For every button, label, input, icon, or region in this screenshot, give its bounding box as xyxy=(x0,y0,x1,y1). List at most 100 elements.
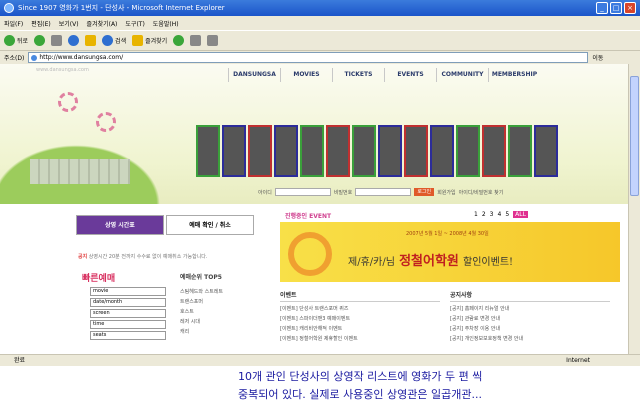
all-button[interactable]: ALL xyxy=(513,211,528,218)
notice-line: 공지 상영시간 20분 전까지 수수료 없이 예매취소 가능합니다. xyxy=(78,253,208,260)
banner-headline: 제/휴/카/님 정철어학원 할인이벤트! xyxy=(348,250,513,269)
search-button[interactable]: 검색 xyxy=(102,35,126,46)
address-input[interactable]: http://www.dansungsa.com/ xyxy=(28,52,589,63)
page-viewport: www.dansungsa.com DANSUNGSA MOVIES TICKE… xyxy=(0,64,628,354)
nav-dansungsa[interactable]: DANSUNGSA xyxy=(228,68,280,82)
minimize-button[interactable]: _ xyxy=(596,2,608,14)
menu-favorites[interactable]: 즐겨찾기(A) xyxy=(87,19,118,28)
movie-poster[interactable] xyxy=(196,125,220,177)
page-1[interactable]: 1 xyxy=(474,211,478,218)
refresh-icon xyxy=(68,35,80,46)
movie-poster[interactable] xyxy=(508,125,532,177)
movie-poster[interactable] xyxy=(300,125,324,177)
maximize-button[interactable]: □ xyxy=(610,2,622,14)
menu-edit[interactable]: 편집(E) xyxy=(31,19,51,28)
event-label: 진행중인 EVENT xyxy=(285,213,332,220)
board-columns: 이벤트 [이벤트] 단성사 트랜스포머 퀴즈 [이벤트] 스파이더맨3 예매이벤… xyxy=(280,291,610,344)
date-select[interactable]: date/month xyxy=(90,298,166,307)
list-item[interactable]: [공지] 홈페이지 리뉴얼 안내 xyxy=(450,304,610,314)
nav-membership[interactable]: MEMBERSHIP xyxy=(488,68,540,82)
list-item[interactable]: 스팀헤드와 스트레트 xyxy=(180,287,223,297)
login-button[interactable]: 로그인 xyxy=(414,188,435,196)
movie-poster[interactable] xyxy=(326,125,350,177)
page-2[interactable]: 2 xyxy=(482,211,486,218)
nav-movies[interactable]: MOVIES xyxy=(280,68,332,82)
id-input[interactable] xyxy=(274,188,331,196)
banner-sub: 할인이벤트! xyxy=(463,257,514,268)
time-select[interactable]: time xyxy=(90,320,166,329)
list-item[interactable]: [이벤트] 캐리비안해적 이벤트 xyxy=(280,324,440,334)
find-account-link[interactable]: 아이디/비밀번호 찾기 xyxy=(459,189,504,196)
nav-tickets[interactable]: TICKETS xyxy=(332,68,384,82)
page-5[interactable]: 5 xyxy=(505,211,509,218)
movie-poster[interactable] xyxy=(274,125,298,177)
favorites-button[interactable]: 즐겨찾기 xyxy=(132,35,167,46)
nav-community[interactable]: COMMUNITY xyxy=(436,68,488,82)
movie-poster[interactable] xyxy=(404,125,428,177)
tab-showtimes[interactable]: 상영 시간표 xyxy=(76,215,164,235)
stop-icon xyxy=(51,35,63,46)
site-logo[interactable]: www.dansungsa.com xyxy=(36,67,89,73)
forward-icon xyxy=(34,35,46,46)
mail-icon xyxy=(190,35,202,46)
vertical-scrollbar[interactable] xyxy=(628,64,640,354)
stop-button[interactable] xyxy=(51,35,63,46)
list-item[interactable]: 캐리 xyxy=(180,327,223,337)
list-item[interactable]: [공지] 주차장 이용 안내 xyxy=(450,324,610,334)
windmill-icon xyxy=(58,92,78,112)
banner-circle-graphic xyxy=(288,232,332,276)
address-bar: 주소(D) http://www.dansungsa.com/ 이동 xyxy=(0,50,640,64)
movie-select[interactable]: movie xyxy=(90,287,166,296)
caption-line-1: 10개 관인 단성사의 상영작 리스트에 영화가 두 편 씩 xyxy=(238,370,483,383)
screen-select[interactable]: screen xyxy=(90,309,166,318)
movie-poster[interactable] xyxy=(534,125,558,177)
status-bar: 완료 Internet xyxy=(0,354,640,366)
banner-main: 제/휴/카/님 xyxy=(348,257,395,268)
movie-poster[interactable] xyxy=(456,125,480,177)
movie-poster[interactable] xyxy=(378,125,402,177)
movie-poster[interactable] xyxy=(248,125,272,177)
event-banner[interactable]: 2007년 5월 1일 ~ 2008년 4월 30일 제/휴/카/님 정철어학원… xyxy=(280,222,620,282)
nav-events[interactable]: EVENTS xyxy=(384,68,436,82)
movie-poster[interactable] xyxy=(482,125,506,177)
menu-tools[interactable]: 도구(T) xyxy=(125,19,144,28)
list-item[interactable]: 트랜스포머 xyxy=(180,297,223,307)
list-item[interactable]: [공지] 관람료 변경 안내 xyxy=(450,314,610,324)
movie-poster[interactable] xyxy=(222,125,246,177)
scrollbar-thumb[interactable] xyxy=(630,76,639,196)
list-item[interactable]: 호스트 xyxy=(180,307,223,317)
media-icon xyxy=(173,35,185,46)
window-title: Since 1907 영화가 1번지 - 단성사 - Microsoft Int… xyxy=(18,4,225,12)
event-pager: 1 2 3 4 5 ALL xyxy=(474,211,528,218)
back-button[interactable]: 뒤로 xyxy=(4,35,28,46)
password-input[interactable] xyxy=(355,188,412,196)
caption-line-2: 중복되어 있다. 실제로 사용중인 상영관은 일곱개관... xyxy=(238,388,482,401)
list-item[interactable]: 레저 시대 xyxy=(180,317,223,327)
seats-select[interactable]: seats xyxy=(90,331,166,340)
home-button[interactable] xyxy=(85,35,97,46)
mail-button[interactable] xyxy=(190,35,202,46)
tab-ticket-check[interactable]: 예매 확인 / 취소 xyxy=(166,215,254,235)
menu-view[interactable]: 보기(V) xyxy=(59,19,79,28)
print-button[interactable] xyxy=(207,35,219,46)
page-3[interactable]: 3 xyxy=(490,211,494,218)
toolbar: 뒤로 검색 즐겨찾기 xyxy=(0,30,640,50)
refresh-button[interactable] xyxy=(68,35,80,46)
list-item[interactable]: [이벤트] 스파이더맨3 예매이벤트 xyxy=(280,314,440,324)
forward-button[interactable] xyxy=(34,35,46,46)
movie-poster[interactable] xyxy=(352,125,376,177)
menu-file[interactable]: 파일(F) xyxy=(4,19,23,28)
close-button[interactable]: × xyxy=(624,2,636,14)
go-button[interactable]: 이동 xyxy=(592,53,603,62)
address-label: 주소(D) xyxy=(4,55,25,62)
movie-poster[interactable] xyxy=(430,125,454,177)
list-item[interactable]: [공지] 개인정보보호정책 변경 안내 xyxy=(450,334,610,344)
menu-help[interactable]: 도움말(H) xyxy=(153,19,179,28)
media-button[interactable] xyxy=(173,35,185,46)
site-header: www.dansungsa.com DANSUNGSA MOVIES TICKE… xyxy=(0,64,628,204)
page-4[interactable]: 4 xyxy=(497,211,501,218)
join-link[interactable]: 회원가입 xyxy=(437,189,455,196)
list-item[interactable]: [이벤트] 단성사 트랜스포머 퀴즈 xyxy=(280,304,440,314)
list-item[interactable]: [이벤트] 정철어학원 제휴할인 이벤트 xyxy=(280,334,440,344)
star-icon xyxy=(132,35,144,46)
